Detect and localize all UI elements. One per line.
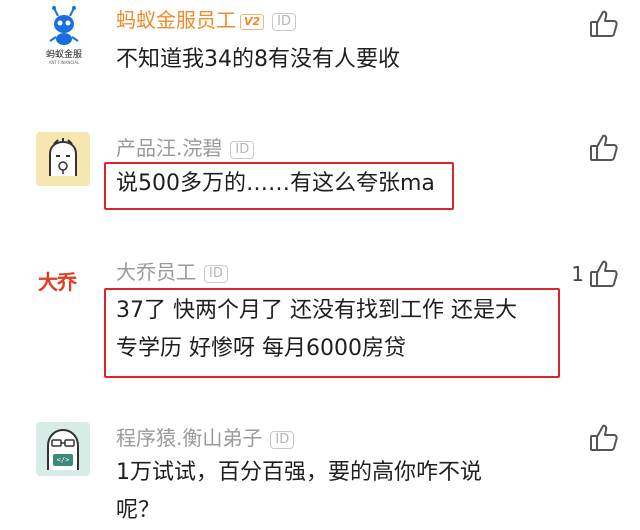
thumbs-up-icon[interactable] [588, 422, 620, 454]
comment-text: 1万试试，百分百强，要的高你咋不说 呢？ [116, 454, 482, 530]
comment-2: 产品汪.浣碧 ID 说500多万的……有这么夸张ma [0, 126, 640, 226]
comment-username[interactable]: 大乔员工 ID [116, 260, 228, 284]
comment-text-line: 不知道我34的8有没有人要收 [116, 47, 400, 72]
comment-text-line: 专学历 好惨呀 每月6000房贷 [116, 336, 406, 361]
id-badge: ID [270, 430, 295, 449]
comment-text-line: 37了 快两个月了 还没有找到工作 还是大 [116, 298, 517, 323]
comment-1: 蚂蚁金服 ANT FINANCIAL 蚂蚁金服员工 V2 ID 不知道我34的8有没… [0, 0, 640, 100]
ant-logo-icon[interactable]: 蚂蚁金服 ANT FINANCIAL [42, 6, 86, 70]
daqiao-logo-text: 大乔 [38, 270, 77, 294]
comment-3: 大乔 大乔员工 ID 37了 快两个月了 还没有找到工作 还是大 专学历 好惨呀 … [0, 252, 640, 392]
comment-text: 不知道我34的8有没有人要收 [116, 44, 400, 76]
daqiao-logo-icon[interactable]: 大乔 [38, 262, 92, 302]
comment-username[interactable]: 程序猿.衡山弟子 ID [116, 426, 295, 450]
thumbs-up-icon[interactable] [588, 258, 620, 290]
id-badge: ID [230, 140, 255, 159]
username-text[interactable]: 大乔员工 [116, 260, 196, 284]
username-text[interactable]: 程序猿.衡山弟子 [116, 426, 262, 450]
ant-logo-text: 蚂蚁金服 [45, 50, 82, 60]
comment-username[interactable]: 蚂蚁金服员工 V2 ID [116, 8, 297, 32]
ant-logo-subtext: ANT FINANCIAL [48, 60, 80, 65]
code-tag-text: </> [56, 456, 70, 464]
username-text[interactable]: 蚂蚁金服员工 [116, 8, 236, 32]
thumbs-up-icon[interactable] [588, 132, 620, 164]
comment-text-line: 呢？ [116, 498, 161, 523]
product-dog-avatar-icon[interactable] [36, 132, 90, 186]
id-badge: ID [204, 264, 228, 283]
comment-text: 说500多万的……有这么夸张ma [116, 168, 435, 200]
comment-username[interactable]: 产品汪.浣碧 ID [116, 136, 255, 160]
comment-text-line: 说500多万的……有这么夸张ma [116, 171, 435, 196]
like-count: 1 [571, 262, 584, 286]
programmer-monkey-avatar-icon[interactable]: </> [36, 422, 90, 476]
comment-4: </> 程序猿.衡山弟子 ID 1万试试，百分百强，要的高你咋不说 呢？ [0, 414, 640, 528]
id-badge: ID [272, 12, 297, 31]
comment-text: 37了 快两个月了 还没有找到工作 还是大 专学历 好惨呀 每月6000房贷 [116, 292, 517, 368]
comment-text-line: 1万试试，百分百强，要的高你咋不说 [116, 460, 482, 485]
username-text[interactable]: 产品汪.浣碧 [116, 136, 222, 160]
thumbs-up-icon[interactable] [588, 8, 620, 40]
verified-badge: V2 [240, 13, 265, 30]
